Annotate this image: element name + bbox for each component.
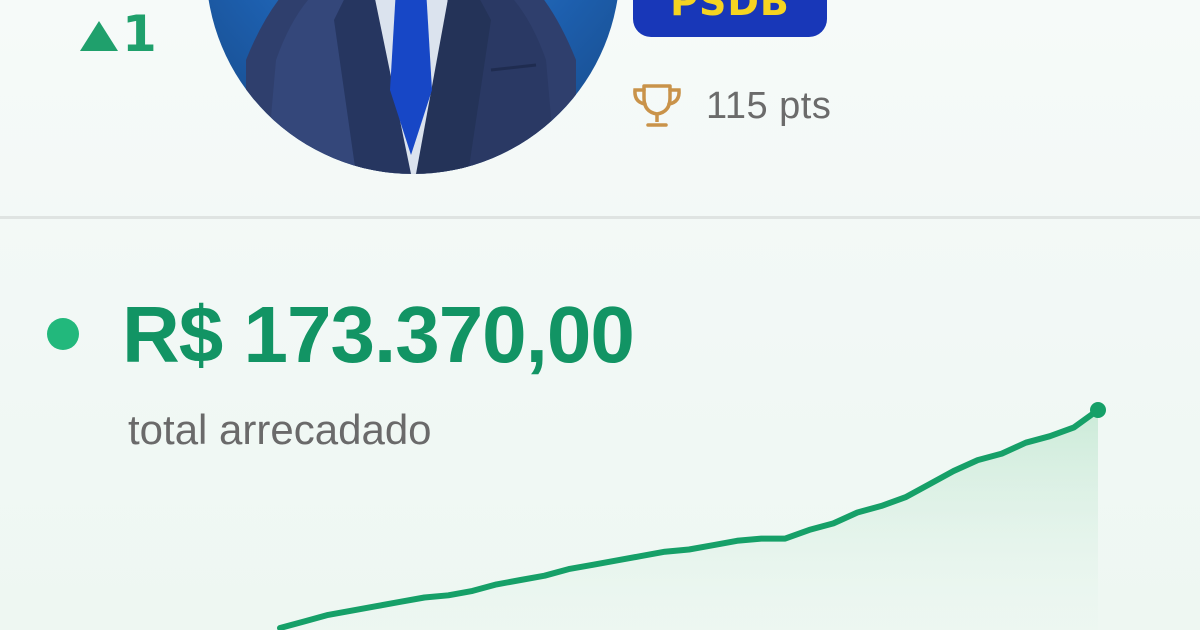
total-raised-label: total arrecadado <box>128 406 432 453</box>
chart-last-point <box>1090 402 1106 418</box>
candidate-card: 1 PSDB 115 pts R$ 173.370,00 total arrec… <box>0 0 1200 630</box>
total-raised-value: R$ 173.370,00 <box>122 290 635 379</box>
status-dot-icon <box>47 318 79 350</box>
